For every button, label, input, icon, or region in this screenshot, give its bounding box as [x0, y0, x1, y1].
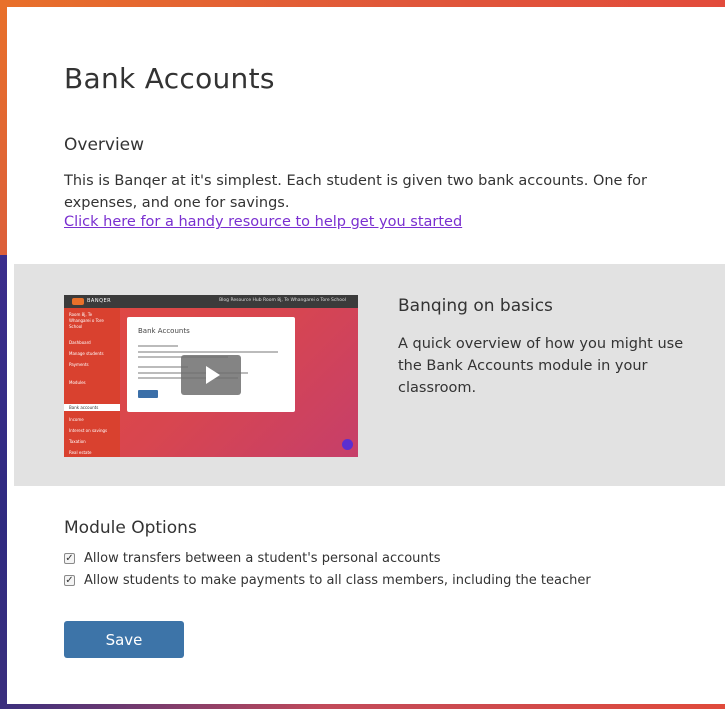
option-label: Allow transfers between a student's pers… — [84, 550, 441, 566]
thumbnail-topbar: BANQER Blog Resource Hub Room 8j, Te Wha… — [64, 295, 358, 308]
play-icon — [206, 366, 220, 384]
save-button[interactable]: Save — [64, 621, 184, 658]
thumbnail-sidebar: Room 8j, Te Whangarei o Tore School Dash… — [64, 308, 120, 457]
thumbnail-sidebar-item: Manage students — [69, 351, 104, 356]
page-title: Bank Accounts — [64, 62, 275, 95]
thumbnail-sidebar-item: Real estate — [69, 450, 92, 455]
module-options-heading: Module Options — [64, 518, 197, 538]
thumbnail-sidebar-item: Taxation — [69, 439, 86, 444]
thumbnail-logo-text: BANQER — [87, 298, 112, 304]
video-description: A quick overview of how you might use th… — [398, 336, 684, 396]
option-allow-payments[interactable]: ✓ Allow students to make payments to all… — [64, 571, 591, 589]
thumbnail-sidebar-item: Interest on savings — [69, 428, 108, 433]
check-icon: ✓ — [65, 552, 74, 564]
allow-payments-checkbox[interactable]: ✓ — [64, 574, 75, 586]
gradient-frame-left-bottom — [0, 255, 7, 709]
thumbnail-sidebar-item: Whangarei o Tore — [69, 318, 104, 323]
thumbnail-card-line — [138, 345, 178, 347]
gradient-frame-left-top — [0, 0, 7, 255]
thumbnail-sidebar-item: Bank accounts — [69, 405, 99, 410]
thumbnail-card-line — [138, 351, 278, 353]
thumbnail-sidebar-item: School — [69, 324, 83, 329]
check-icon: ✓ — [65, 574, 74, 586]
gradient-frame-top — [0, 0, 725, 7]
allow-transfers-checkbox[interactable]: ✓ — [64, 552, 75, 564]
thumbnail-nav: Blog Resource Hub Room 8j, Te Whangarei … — [219, 298, 346, 303]
thumbnail-save-button — [138, 390, 158, 398]
video-heading: Banqing on basics — [398, 296, 553, 316]
resource-link[interactable]: Click here for a handy resource to help … — [64, 214, 462, 230]
option-allow-transfers[interactable]: ✓ Allow transfers between a student's pe… — [64, 549, 441, 567]
thumbnail-card-title: Bank Accounts — [138, 327, 190, 335]
thumbnail-sidebar-item: Income — [69, 417, 84, 422]
chat-icon — [342, 439, 353, 450]
thumbnail-sidebar-item: Payments — [69, 362, 89, 367]
thumbnail-sidebar-item: Modules — [69, 380, 86, 385]
gradient-frame-bottom — [0, 704, 725, 709]
thumbnail-sidebar-item: Room 8j, Te — [69, 312, 93, 317]
overview-heading: Overview — [64, 135, 145, 155]
thumbnail-sidebar-item: Dashboard — [69, 340, 91, 345]
banqer-logo-icon — [72, 298, 84, 305]
overview-text: This is Banqer at it's simplest. Each st… — [64, 173, 648, 211]
play-button[interactable] — [181, 355, 241, 395]
video-thumbnail[interactable]: BANQER Blog Resource Hub Room 8j, Te Wha… — [64, 295, 358, 457]
option-label: Allow students to make payments to all c… — [84, 572, 591, 588]
